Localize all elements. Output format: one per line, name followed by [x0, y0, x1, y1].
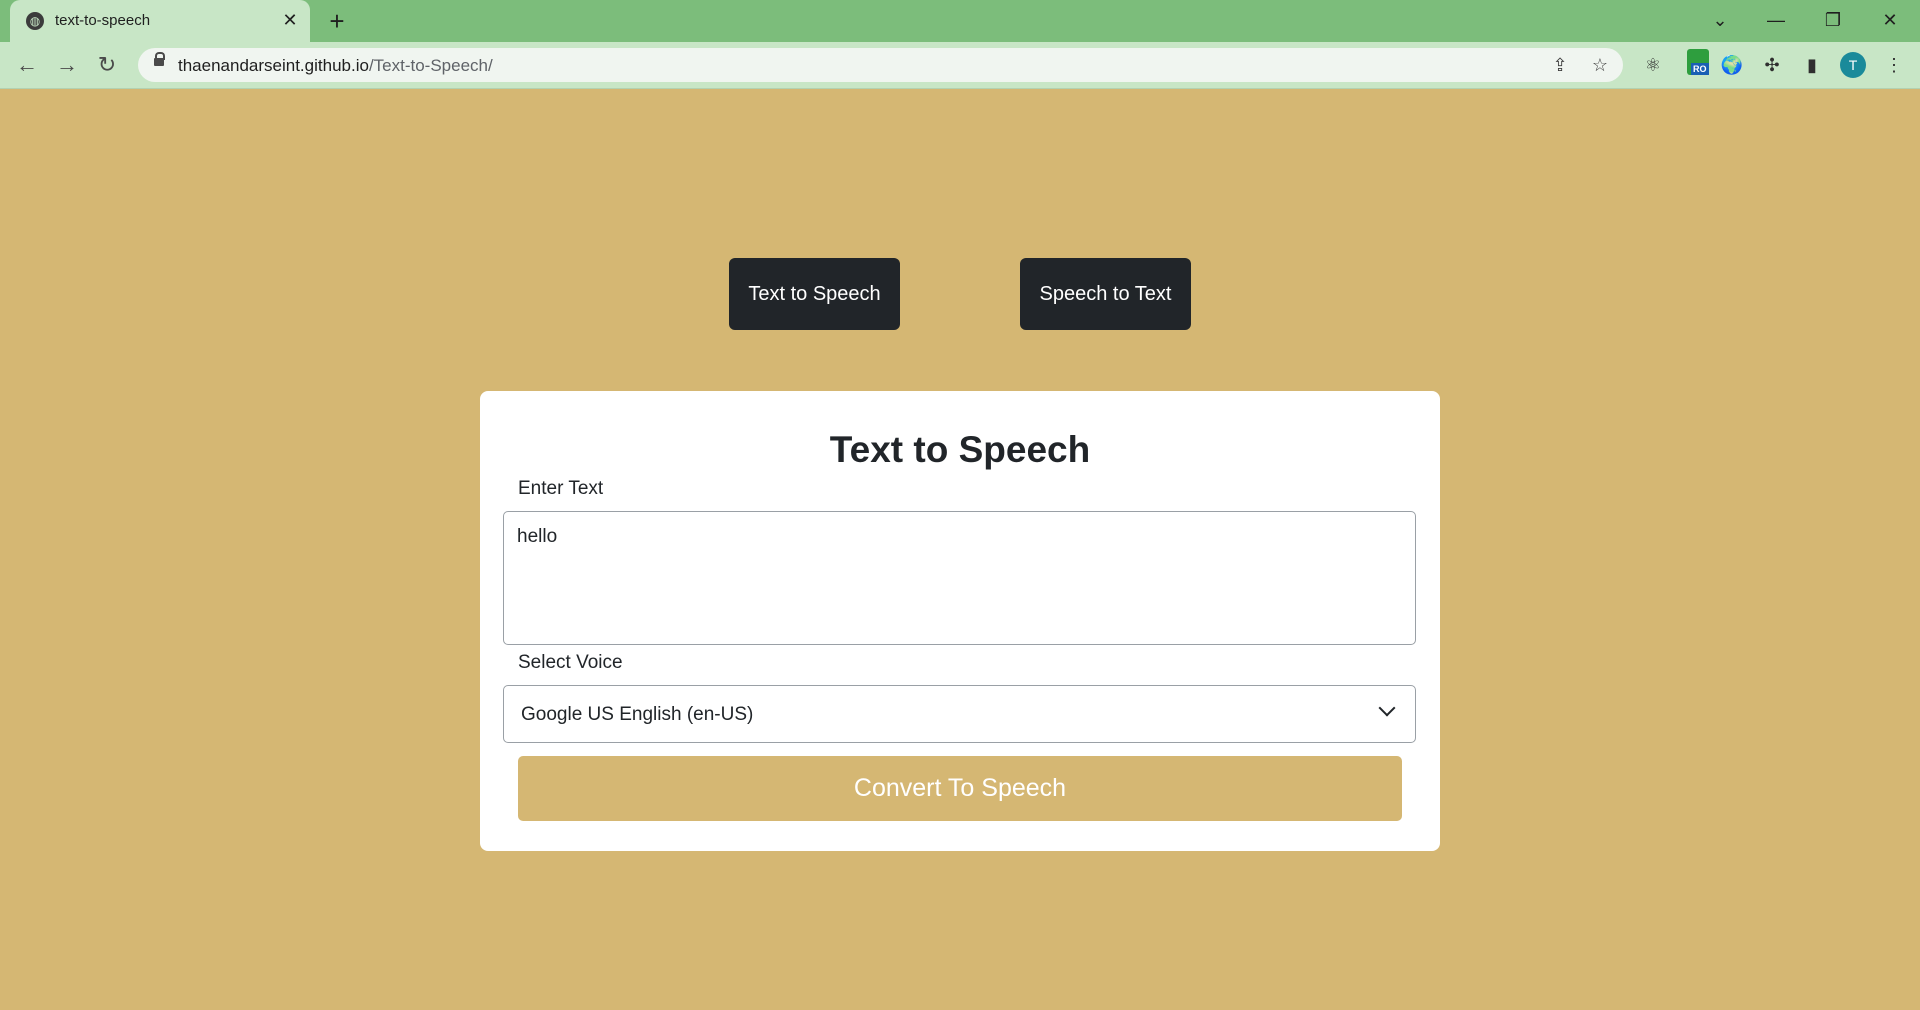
voice-selected-value: Google US English (en-US): [521, 704, 754, 725]
chevron-down-icon: [1378, 699, 1396, 717]
react-devtools-extension-icon[interactable]: ⚛: [1639, 52, 1667, 78]
lock-icon: [154, 52, 165, 66]
tab-title: text-to-speech: [55, 12, 151, 29]
tab-close-icon[interactable]: ✕: [278, 8, 302, 32]
restore-button[interactable]: ❐: [1813, 6, 1853, 34]
new-tab-button[interactable]: +: [322, 8, 352, 34]
tab-search-chevron-icon[interactable]: ⌄: [1700, 6, 1740, 34]
bookmark-star-icon[interactable]: ☆: [1588, 54, 1612, 76]
convert-to-speech-button[interactable]: Convert To Speech: [518, 756, 1402, 821]
menu-kebab-icon[interactable]: ⋮: [1880, 52, 1908, 78]
puzzle-extensions-icon[interactable]: ✣: [1758, 52, 1786, 78]
card-title: Text to Speech: [829, 429, 1091, 470]
address-bar[interactable]: thaenandarseint.github.io/Text-to-Speech…: [138, 48, 1623, 82]
side-panel-icon[interactable]: ▮: [1798, 52, 1826, 78]
back-button[interactable]: ←: [12, 51, 42, 79]
globe-extension-icon[interactable]: 🌍: [1718, 52, 1746, 78]
tab-strip: ◍ text-to-speech ✕ + ⌄ — ❐ ✕: [0, 0, 1920, 42]
select-voice-label: Select Voice: [518, 652, 623, 673]
text-input[interactable]: hello: [503, 511, 1416, 645]
minimize-button[interactable]: —: [1756, 6, 1796, 34]
text-to-speech-card: Text to Speech Enter Text hello Select V…: [480, 391, 1440, 851]
speech-to-text-nav-button[interactable]: Speech to Text: [1020, 258, 1191, 330]
url-path: /Text-to-Speech/: [368, 56, 493, 75]
browser-tab[interactable]: ◍ text-to-speech ✕: [10, 0, 310, 42]
url-host: thaenandarseint.github.io: [178, 56, 369, 75]
text-to-speech-nav-button[interactable]: Text to Speech: [729, 258, 900, 330]
voice-select[interactable]: Google US English (en-US): [503, 685, 1416, 743]
forward-button[interactable]: →: [52, 51, 82, 79]
extension-ro-icon[interactable]: RO: [1687, 49, 1709, 75]
globe-icon: ◍: [26, 12, 44, 30]
share-icon[interactable]: ⇪: [1548, 54, 1572, 76]
browser-toolbar: ← → ↻ thaenandarseint.github.io/Text-to-…: [0, 42, 1920, 89]
reload-button[interactable]: ↻: [92, 51, 122, 79]
close-window-button[interactable]: ✕: [1870, 6, 1910, 34]
extension-ro-badge: RO: [1691, 63, 1709, 75]
profile-avatar[interactable]: T: [1840, 52, 1866, 78]
enter-text-label: Enter Text: [518, 478, 604, 499]
url-text: thaenandarseint.github.io/Text-to-Speech…: [178, 56, 493, 76]
